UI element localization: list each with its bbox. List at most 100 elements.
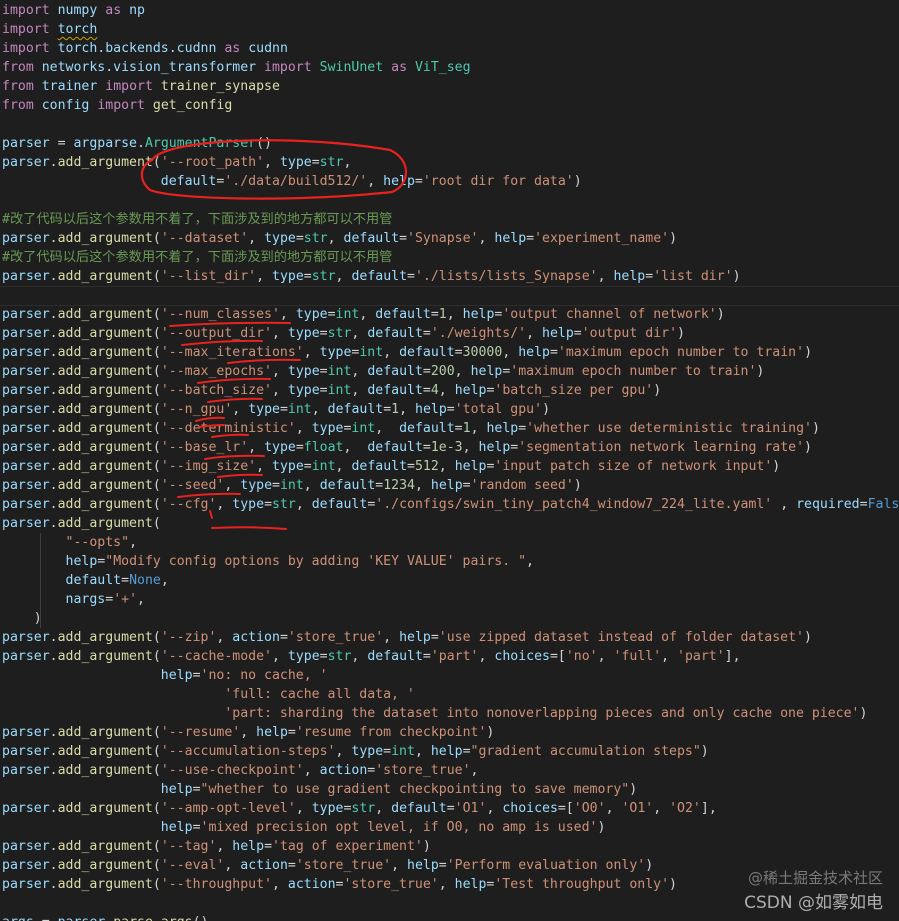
code-token: './data/build512/' — [224, 174, 368, 189]
code-line: from networks.vision_transformer import … — [2, 58, 471, 77]
code-token: torch — [57, 22, 98, 37]
code-token: help — [232, 839, 265, 854]
code-token: , — [359, 307, 376, 322]
code-token: , — [414, 744, 431, 759]
code-token: default — [391, 801, 447, 816]
code-token: parser — [2, 516, 50, 531]
code-token: 'O2' — [669, 801, 701, 816]
code-token: str — [303, 231, 328, 246]
code-line: #改了代码以后这个参数用不着了，下面涉及到的地方都可以不用管 — [2, 248, 392, 267]
code-token: , — [335, 459, 352, 474]
code-token: = — [192, 668, 201, 683]
code-token: , — [303, 763, 320, 778]
code-token: 'store_true' — [343, 877, 439, 892]
code-token: , — [597, 269, 614, 284]
code-token: = — [645, 269, 654, 284]
code-token: = — [303, 269, 312, 284]
code-token: '--seed' — [160, 478, 225, 493]
code-token: int — [287, 402, 312, 417]
code-line: default=None, — [2, 571, 169, 590]
code-token: ) — [804, 630, 812, 645]
code-token: '--img_size' — [160, 459, 257, 474]
code-token: 'store_true' — [287, 630, 384, 645]
code-token: , — [271, 364, 288, 379]
code-token: = — [192, 782, 201, 797]
code-token: , — [295, 421, 312, 436]
code-token: ) — [573, 174, 582, 189]
code-token: parser — [2, 497, 50, 512]
code-token: ( — [152, 877, 161, 892]
code-token: , — [526, 326, 543, 341]
code-line: 'part: sharding the dataset into nonover… — [2, 704, 867, 723]
code-token: 'output dir' — [581, 326, 678, 341]
code-token: , — [597, 649, 614, 664]
code-token: , — [311, 402, 328, 417]
code-token: ) — [669, 231, 678, 246]
code-token: add_argument — [57, 459, 153, 474]
code-token: parser — [2, 744, 50, 759]
code-token: , — [470, 763, 479, 778]
code-token: = — [430, 630, 439, 645]
code-token: help — [478, 440, 511, 455]
code-token: 30000 — [462, 345, 503, 360]
code-token: add_argument — [57, 364, 153, 379]
code-token: = — [454, 345, 463, 360]
code-token: int — [391, 744, 415, 759]
code-token: add_argument — [57, 516, 153, 531]
code-token: . — [49, 497, 58, 512]
code-line: parser.add_argument('--list_dir', type=s… — [2, 267, 741, 286]
code-token: ], — [724, 649, 741, 664]
code-token: type — [279, 155, 312, 170]
annotation-underline-cfg-2 — [211, 526, 287, 530]
code-token: torch.backends.cudnn — [57, 41, 217, 56]
code-token: , — [438, 877, 455, 892]
code-token: help — [430, 478, 463, 493]
code-token: add_argument — [57, 877, 153, 892]
code-token: networks.vision_transformer — [41, 60, 257, 75]
code-token: 'maximum epoch number to train' — [557, 345, 805, 360]
code-token: , — [129, 535, 138, 550]
code-line: from trainer import trainer_synapse — [2, 77, 280, 96]
code-token: "--opts" — [65, 535, 130, 550]
code-token: = — [295, 231, 304, 246]
code-line: parser.add_argument('--cache-mode', type… — [2, 647, 741, 666]
code-line: args = parser.parse_args() — [2, 913, 208, 921]
code-line: default='./data/build512/', help='root d… — [2, 172, 582, 191]
code-token: . — [49, 326, 58, 341]
code-token: type — [264, 440, 296, 455]
code-token: ) — [645, 858, 654, 873]
code-token: 'root dir for data' — [422, 174, 574, 189]
code-token: parser — [2, 383, 50, 398]
code-token: , — [137, 592, 145, 607]
code-token: =[ — [557, 801, 574, 816]
code-token: . — [49, 459, 58, 474]
code-token: 'segmentation network learning rate' — [518, 440, 805, 455]
code-token: type — [240, 478, 273, 493]
code-token: , — [478, 231, 495, 246]
code-token: None — [129, 573, 161, 588]
code-token: . — [49, 630, 58, 645]
code-token: type — [287, 383, 320, 398]
code-token: from — [2, 79, 34, 94]
code-line: "--opts", — [2, 533, 137, 552]
code-line: parser.add_argument('--eval', action='st… — [2, 856, 653, 875]
code-token: , — [438, 459, 455, 474]
code-token: ) — [2, 611, 42, 626]
code-editor[interactable]: import numpy as np import torch import tor… — [0, 0, 899, 921]
code-token: = — [319, 649, 328, 664]
code-token: parser — [2, 763, 50, 778]
code-token: ( — [152, 763, 161, 778]
code-token: add_argument — [57, 497, 153, 512]
code-token: = — [319, 326, 328, 341]
code-token: = — [49, 136, 74, 151]
code-token: add_argument — [57, 858, 153, 873]
code-token: . — [49, 345, 58, 360]
code-token: 'tag of experiment' — [272, 839, 423, 854]
code-token: './lists/lists_Synapse' — [414, 269, 598, 284]
